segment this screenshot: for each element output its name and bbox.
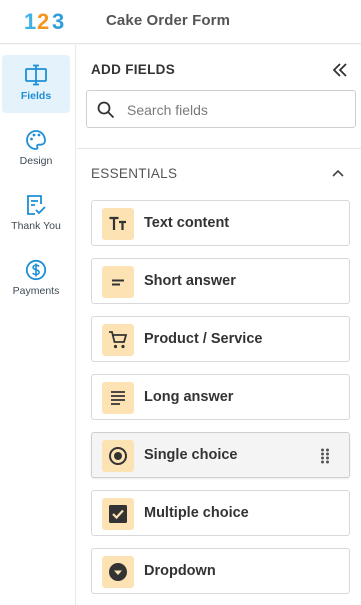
rail-label: Fields: [20, 90, 52, 102]
rail-label: Payments: [12, 285, 60, 297]
rail-item-payments[interactable]: Payments: [2, 250, 70, 308]
divider: [77, 148, 361, 149]
cart-icon: [109, 331, 128, 349]
field-label: Multiple choice: [144, 505, 249, 521]
drag-handle-icon[interactable]: [320, 448, 330, 464]
logo[interactable]: 1 2 3: [24, 10, 72, 32]
field-label: Single choice: [144, 447, 238, 463]
dollar-icon: [25, 259, 47, 281]
search-fields-box: [86, 90, 356, 128]
field-label: Long answer: [144, 389, 234, 405]
field-item-long-answer[interactable]: Long answer: [91, 374, 350, 420]
search-input[interactable]: [127, 100, 347, 120]
radio-icon: [109, 447, 127, 465]
palette-icon: [26, 130, 46, 150]
fields-icon: [25, 64, 47, 86]
dropdown-icon: [109, 563, 127, 581]
thank-you-icon: [27, 195, 46, 215]
long-answer-icon: [111, 391, 125, 405]
rail-item-thank-you[interactable]: Thank You: [2, 185, 70, 243]
add-fields-panel: ADD FIELDS ESSENTIALS Text content Short…: [77, 45, 361, 605]
field-label: Text content: [144, 215, 230, 231]
left-nav-rail: Fields Design Thank You Payments: [0, 45, 76, 605]
rail-label: Thank You: [11, 220, 61, 232]
search-icon: [97, 101, 115, 119]
top-bar: 1 2 3 Cake Order Form: [0, 0, 361, 44]
svg-text:1: 1: [24, 10, 36, 32]
field-item-text-content[interactable]: Text content: [91, 200, 350, 246]
field-item-product-service[interactable]: Product / Service: [91, 316, 350, 362]
field-item-single-choice[interactable]: Single choice: [91, 432, 350, 478]
rail-label: Design: [19, 155, 53, 167]
section-title-essentials: ESSENTIALS: [91, 166, 178, 181]
collapse-panel-icon[interactable]: [330, 60, 350, 80]
checkbox-icon: [109, 505, 127, 523]
short-answer-icon: [112, 279, 124, 286]
field-label: Product / Service: [144, 331, 263, 347]
svg-text:3: 3: [52, 10, 64, 32]
field-label: Short answer: [144, 273, 236, 289]
rail-item-fields[interactable]: Fields: [2, 55, 70, 113]
field-item-multiple-choice[interactable]: Multiple choice: [91, 490, 350, 536]
panel-title: ADD FIELDS: [91, 62, 175, 77]
text-content-icon: [109, 216, 126, 230]
chevron-up-icon[interactable]: [330, 165, 346, 181]
field-label: Dropdown: [144, 563, 216, 579]
field-item-dropdown[interactable]: Dropdown: [91, 548, 350, 594]
form-title: Cake Order Form: [106, 12, 231, 29]
svg-text:2: 2: [37, 10, 49, 32]
field-item-short-answer[interactable]: Short answer: [91, 258, 350, 304]
rail-item-design[interactable]: Design: [2, 120, 70, 178]
